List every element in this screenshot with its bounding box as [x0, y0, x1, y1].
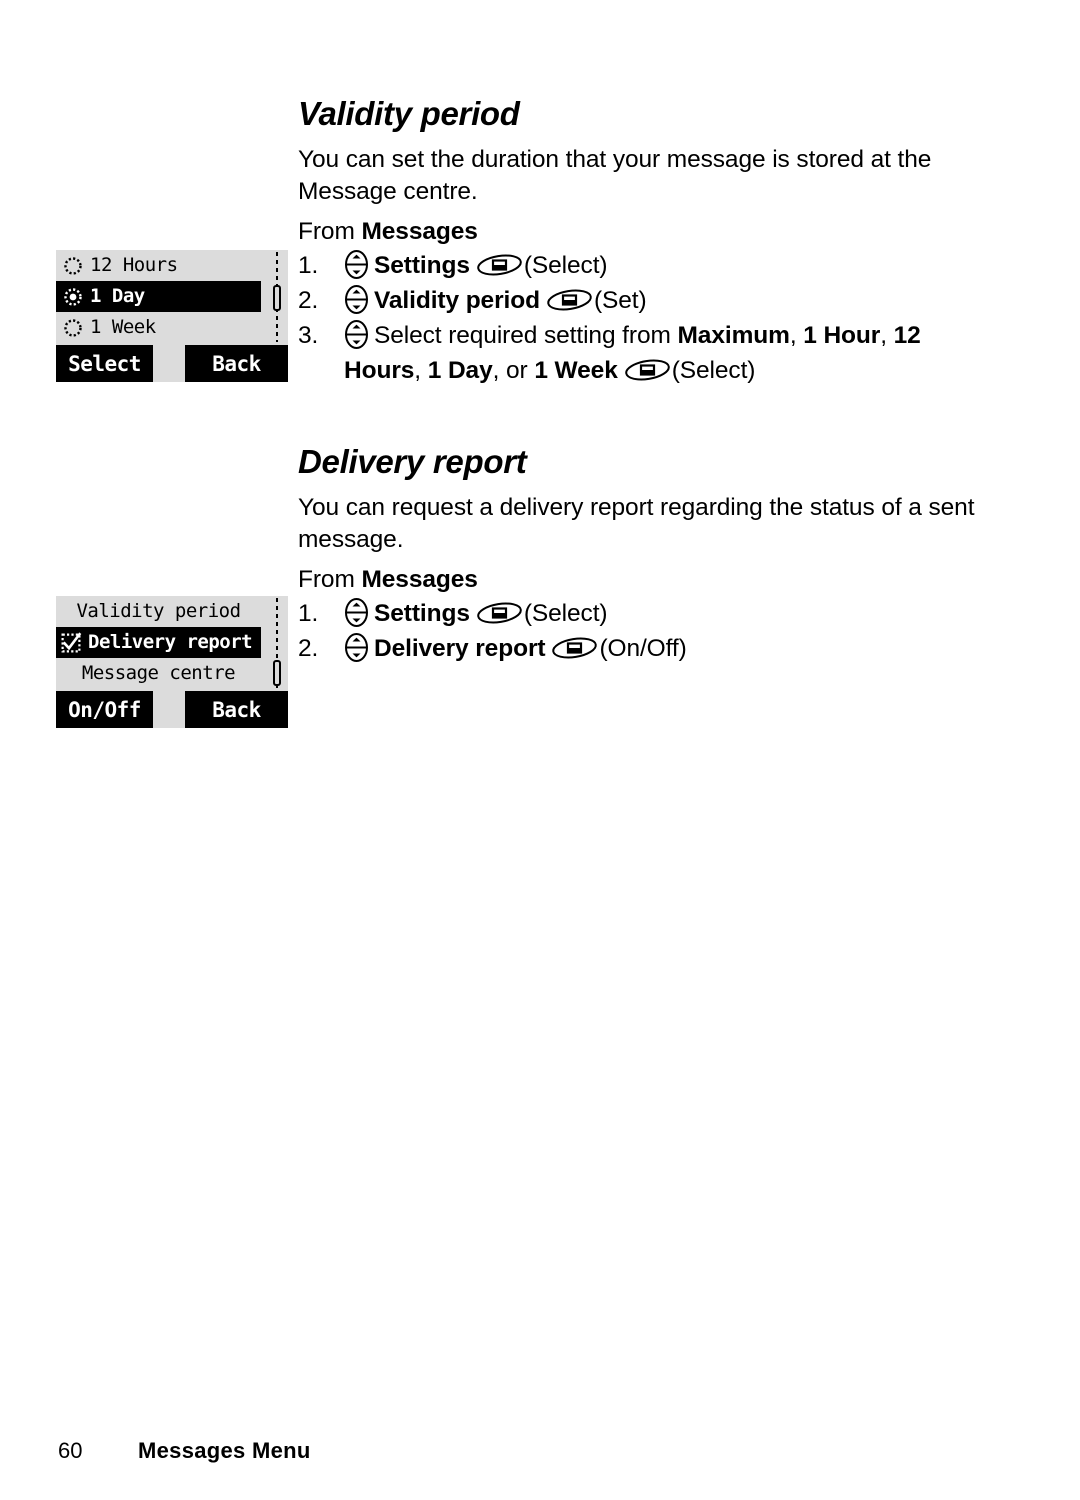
list-item[interactable]: Message centre: [56, 658, 261, 689]
step-text-bold: Validity period: [374, 287, 540, 315]
scrollbar-thumb[interactable]: [273, 660, 281, 686]
list-item-label: Validity period: [76, 600, 241, 622]
list-item-label: Message centre: [81, 662, 236, 684]
step-option-1-hour: 1 Hour: [803, 322, 881, 350]
step-sep: , or: [492, 356, 535, 384]
select-key-icon: [476, 600, 523, 626]
step-text-plain: Select required setting from: [374, 322, 678, 350]
step-list: 1. Settings (Select) 2. Delivery report (O…: [298, 597, 998, 667]
select-key-icon: [476, 252, 523, 278]
softkey-right[interactable]: Back: [185, 691, 288, 728]
list-item-label: 1 Day: [90, 285, 145, 307]
step-item: 2. Delivery report (On/Off): [298, 632, 998, 666]
section-delivery-report: Delivery report You can request a delive…: [298, 444, 998, 667]
step-option-maximum: Maximum: [677, 322, 790, 350]
softkey-right[interactable]: Back: [185, 345, 288, 382]
step-item: 2. Validity period (Set): [298, 284, 998, 318]
nav-key-icon: [344, 597, 369, 628]
from-label: From: [298, 565, 362, 593]
scrollbar-thumb[interactable]: [273, 285, 281, 311]
from-line: From Messages: [298, 215, 998, 248]
step-body: Select required setting from Maximum, 1 …: [344, 319, 921, 384]
section-intro: You can set the duration that your messa…: [298, 145, 932, 206]
section-heading: Delivery report: [298, 443, 527, 480]
step-text-bold: Settings: [374, 599, 470, 627]
nav-key-icon: [344, 249, 369, 280]
step-option-1-day: 1 Day: [427, 356, 493, 384]
softkey-left[interactable]: Select: [56, 345, 153, 382]
step-number: 2.: [298, 287, 319, 315]
step-number: 1.: [298, 251, 319, 279]
step-sep: ,: [789, 322, 804, 350]
step-item: 1. Settings (Select): [298, 249, 998, 283]
list-item[interactable]: 1 Week: [56, 312, 261, 343]
step-sep: ,: [414, 356, 428, 384]
step-option-1-week: 1 Week: [534, 356, 618, 384]
softkey-bar: Select Back: [56, 345, 288, 382]
section-validity-period: Validity period You can set the duration…: [298, 96, 998, 389]
list-item[interactable]: 12 Hours: [56, 250, 261, 281]
section-intro: You can request a delivery report regard…: [298, 493, 975, 554]
softkey-left[interactable]: On/Off: [56, 691, 153, 728]
step-number: 2.: [298, 635, 319, 663]
step-suffix: (Select): [671, 356, 756, 384]
list-item-label: 1 Week: [90, 316, 156, 338]
step-text-bold: Delivery report: [374, 635, 546, 663]
step-body: Delivery report (On/Off): [344, 632, 687, 663]
scrollbar[interactable]: [273, 252, 281, 342]
step-item: 1. Settings (Select): [298, 597, 998, 631]
list-item-selected[interactable]: 1 Day: [56, 281, 261, 312]
step-suffix: (Select): [523, 251, 608, 279]
radio-unchecked-icon: [62, 317, 84, 339]
list-item[interactable]: Validity period: [56, 596, 261, 627]
phone-screen-validity-period: 12 Hours 1 Day 1 Week Select Back: [56, 250, 288, 382]
scrollbar[interactable]: [273, 598, 281, 688]
select-key-icon: [624, 357, 671, 383]
step-item: 3. Select required setting from Maximum,…: [298, 319, 998, 388]
step-number: 1.: [298, 599, 319, 627]
list-item-label: 12 Hours: [90, 254, 178, 276]
footer-title: Messages Menu: [138, 1438, 311, 1463]
section-heading: Validity period: [298, 95, 520, 132]
checkbox-checked-icon: [60, 631, 82, 654]
list-item-label: Delivery report: [88, 631, 253, 653]
step-suffix: (On/Off): [599, 635, 687, 663]
step-text-bold: Settings: [374, 251, 470, 279]
nav-key-icon: [344, 319, 369, 350]
lcd-list: Validity period Delivery report Message …: [56, 596, 288, 689]
phone-screen-delivery-report: Validity period Delivery report Message …: [56, 596, 288, 728]
step-sep: ,: [880, 322, 894, 350]
radio-checked-icon: [62, 286, 84, 308]
manual-page: 12 Hours 1 Day 1 Week Select Back Validi…: [0, 0, 1080, 1500]
step-body: Settings (Select): [344, 249, 608, 280]
select-key-icon: [546, 287, 593, 313]
softkey-bar: On/Off Back: [56, 691, 288, 728]
list-item-selected[interactable]: Delivery report: [56, 627, 261, 658]
from-target: Messages: [361, 565, 478, 593]
from-line: From Messages: [298, 563, 998, 596]
nav-key-icon: [344, 632, 369, 663]
step-suffix: (Select): [523, 599, 608, 627]
nav-key-icon: [344, 284, 369, 315]
step-list: 1. Settings (Select) 2. Validity period (S…: [298, 249, 998, 388]
step-number: 3.: [298, 322, 319, 350]
step-suffix: (Set): [593, 287, 647, 315]
page-footer: 60 Messages Menu: [58, 1438, 958, 1464]
lcd-list: 12 Hours 1 Day 1 Week: [56, 250, 288, 343]
page-number: 60: [58, 1438, 83, 1463]
from-target: Messages: [361, 217, 478, 245]
radio-unchecked-icon: [62, 255, 84, 277]
from-label: From: [298, 217, 362, 245]
select-key-icon: [551, 635, 598, 661]
step-body: Validity period (Set): [344, 284, 647, 315]
step-body: Settings (Select): [344, 597, 608, 628]
